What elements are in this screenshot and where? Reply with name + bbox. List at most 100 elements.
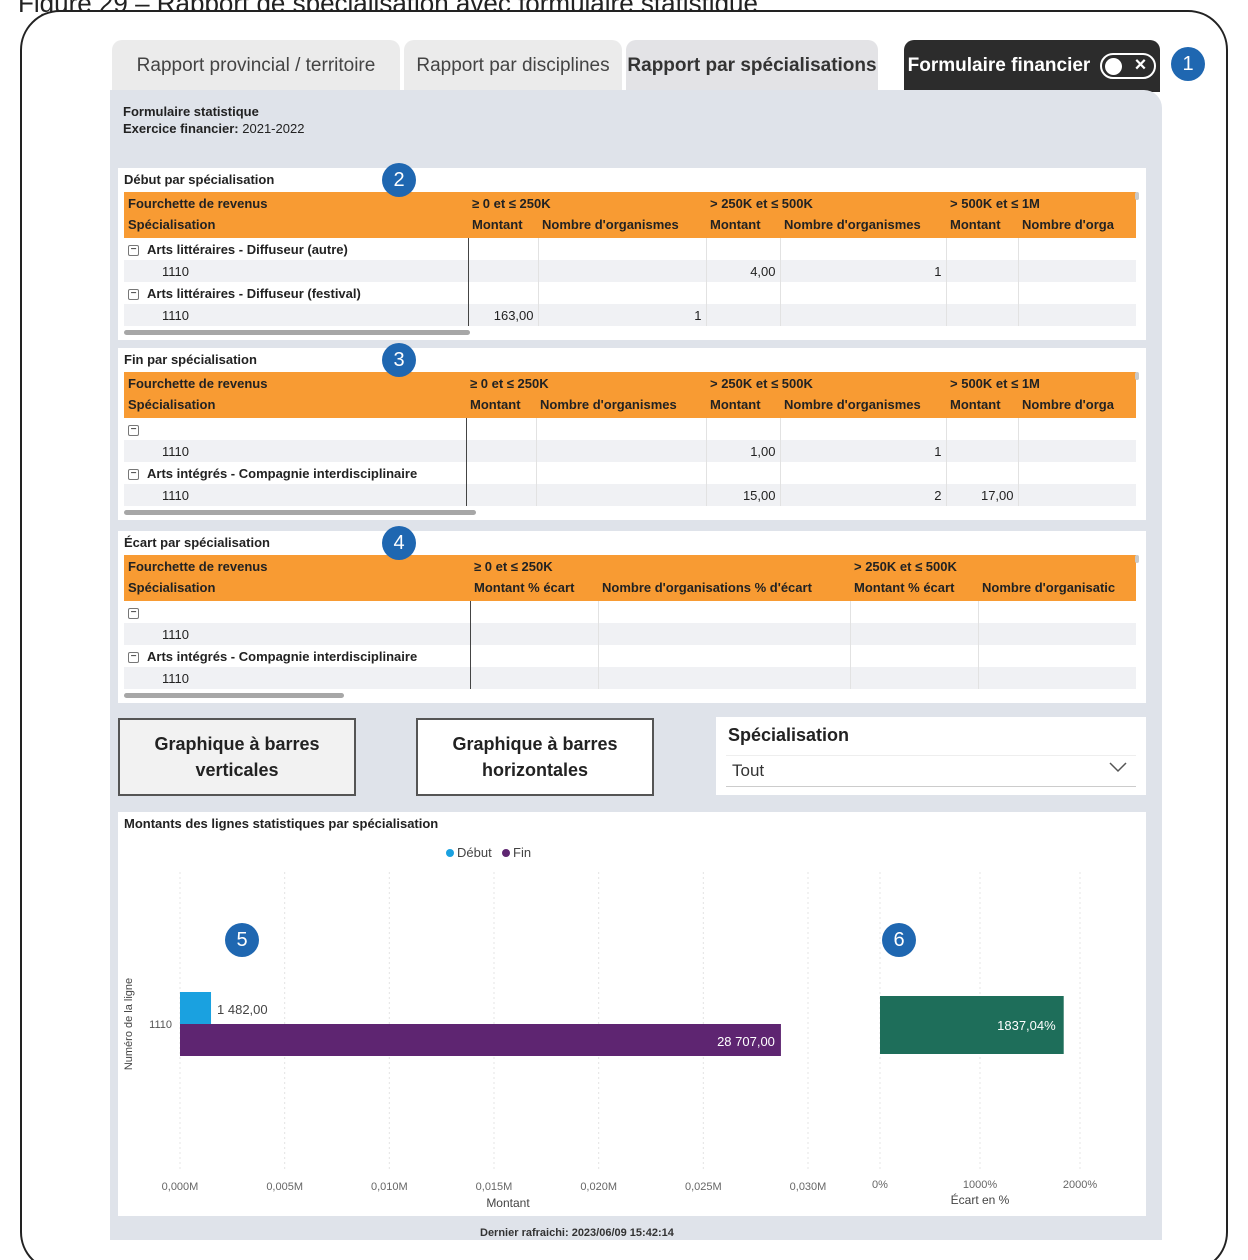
tab-provincial[interactable]: Rapport provincial / territoire (112, 40, 400, 92)
table-row[interactable]: − Arts littéraires - Diffuseur (festival) (124, 282, 1136, 304)
slicer-title: Spécialisation (728, 725, 850, 745)
table-ecart-panel: Écart par spécialisation Fourchette de r… (118, 531, 1146, 703)
cell-value (465, 484, 536, 506)
column-header: Spécialisation (124, 394, 466, 418)
group-label: Arts intégrés - Compagnie interdisciplin… (147, 465, 418, 481)
legend-swatch (446, 849, 454, 857)
table-fin-panel: Fin par spécialisation Fourchette de rev… (118, 348, 1146, 520)
range-header: ≥ 0 et ≤ 250K (468, 192, 706, 214)
range-header: ≥ 0 et ≤ 250K (470, 555, 850, 577)
matrix-table[interactable]: Fourchette de revenus ≥ 0 et ≤ 250K > 250K… (124, 372, 1136, 510)
toggle-switch[interactable]: × (1100, 53, 1157, 79)
cell-value (535, 484, 706, 506)
callout-marker-1: 1 (1171, 47, 1205, 81)
range-header: > 250K et ≤ 500K (850, 555, 1136, 577)
tab-specialisations[interactable]: Rapport par spécialisations (626, 40, 878, 92)
bar-debut (180, 992, 212, 1024)
collapse-icon[interactable]: − (128, 651, 139, 663)
row-code: 1110 (124, 484, 467, 506)
column-header: Montant (946, 394, 1019, 418)
financial-form-toggle-tab[interactable]: Formulaire financier × (904, 40, 1160, 92)
collapse-icon[interactable]: − (128, 424, 139, 436)
data-label-ecart: 1837,04% (997, 1018, 1056, 1033)
cell-value (849, 667, 978, 689)
collapse-icon[interactable]: − (128, 288, 139, 300)
table-row[interactable]: − (124, 601, 1136, 623)
specialisation-dropdown[interactable]: Tout (726, 755, 1136, 787)
fiscal-year: Exercice financier: 2021-2022 (123, 120, 304, 137)
legend-swatch (502, 849, 510, 857)
cell-value: 1,00 (705, 440, 780, 462)
fiscal-year-label: Exercice financier: (123, 121, 239, 136)
table-row[interactable]: − Arts intégrés - Compagnie interdiscipli… (124, 462, 1136, 484)
x-tick-label: 0,000M (162, 1181, 199, 1193)
tab-label: Formulaire financier (907, 55, 1091, 76)
y-tick-label: 1110 (149, 1019, 172, 1031)
cell-value (779, 304, 947, 326)
bar-charts: Début Fin 0,000M 0,005M 0,010M 0,015M 0,020M 0,… (123, 845, 1097, 1210)
cell-value (849, 623, 978, 645)
form-header: Formulaire statistique Exercice financie… (123, 103, 304, 137)
table-row[interactable]: 1110 163,00 1 (124, 304, 1136, 326)
matrix-table[interactable]: Fourchette de revenus ≥ 0 et ≤ 250K > 250K… (124, 555, 1136, 693)
close-icon: × (1134, 54, 1147, 76)
column-header: Spécialisation (124, 214, 468, 238)
row-code: 1110 (124, 623, 471, 645)
row-code: 1110 (124, 440, 467, 462)
collapse-icon[interactable]: − (128, 468, 139, 480)
cell-value (945, 260, 1019, 282)
vertical-scrollbar[interactable] (1135, 555, 1139, 563)
bar-fin (180, 1024, 781, 1056)
dropdown-value: Tout (732, 761, 765, 780)
x-tick-label: 2000% (1063, 1179, 1097, 1191)
horizontal-bar-chart-button[interactable]: Graphique à barres horizontales (416, 718, 654, 796)
callout-marker-6: 6 (882, 923, 916, 957)
cell-value (1017, 304, 1136, 326)
x-tick-label: 0% (872, 1179, 888, 1191)
table-row[interactable]: 1110 (124, 623, 1136, 645)
table-row[interactable]: − Arts littéraires - Diffuseur (autre) (124, 238, 1136, 260)
table-row[interactable]: − Arts intégrés - Compagnie interdiscipli… (124, 645, 1136, 667)
cell-value: 1 (537, 304, 706, 326)
table-row[interactable]: 1110 1,00 1 (124, 440, 1136, 462)
group-label: Arts littéraires - Diffuseur (autre) (147, 241, 348, 257)
matrix-table[interactable]: Fourchette de revenus ≥ 0 et ≤ 250K > 250K… (124, 192, 1136, 330)
tab-label: Rapport par spécialisations (627, 55, 877, 76)
column-header: Nombre d'organismes (536, 394, 706, 418)
x-axis-label: Montant (486, 1196, 530, 1210)
range-header-label: Fourchette de revenus (124, 372, 466, 394)
group-label: Arts littéraires - Diffuseur (festival) (147, 285, 361, 301)
x-tick-label: 0,020M (580, 1181, 617, 1193)
table-row[interactable]: 1110 (124, 667, 1136, 689)
horizontal-scrollbar[interactable] (124, 330, 470, 335)
y-axis-label: Numéro de la ligne (123, 978, 135, 1070)
column-header: Montant % écart (470, 577, 598, 601)
collapse-icon[interactable]: − (128, 607, 139, 619)
table-row[interactable]: − (124, 418, 1136, 440)
column-header: Nombre d'organismes (538, 214, 706, 238)
button-label: Graphique à barres horizontales (452, 734, 618, 780)
vertical-bar-chart-button[interactable]: Graphique à barres verticales (118, 718, 356, 796)
column-header: Montant (706, 214, 780, 238)
horizontal-scrollbar[interactable] (124, 510, 476, 515)
tab-disciplines[interactable]: Rapport par disciplines (404, 40, 622, 92)
table-row[interactable]: 1110 4,00 1 (124, 260, 1136, 282)
table-row[interactable]: 1110 15,00 2 17,00 (124, 484, 1136, 506)
column-header: Nombre d'organismes (780, 214, 947, 238)
table-debut-panel: Début par spécialisation Fourchette de r… (118, 168, 1146, 340)
column-header: Nombre d'orga (1018, 394, 1136, 418)
horizontal-scrollbar[interactable] (124, 693, 344, 698)
cell-value (1017, 484, 1136, 506)
chart-panel: Montants des lignes statistiques par spé… (118, 812, 1146, 1216)
vertical-scrollbar[interactable] (1135, 192, 1139, 200)
collapse-icon[interactable]: − (128, 244, 139, 256)
x-axis-label: Écart en % (951, 1192, 1010, 1207)
column-header: Montant % écart (850, 577, 978, 601)
column-header: Nombre d'organismes (780, 394, 947, 418)
range-header: > 500K et ≤ 1M (946, 192, 1136, 214)
callout-marker-2: 2 (382, 163, 416, 197)
toggle-knob (1105, 58, 1123, 75)
cell-value (1017, 440, 1136, 462)
vertical-scrollbar[interactable] (1135, 372, 1139, 380)
column-header: Montant (706, 394, 780, 418)
